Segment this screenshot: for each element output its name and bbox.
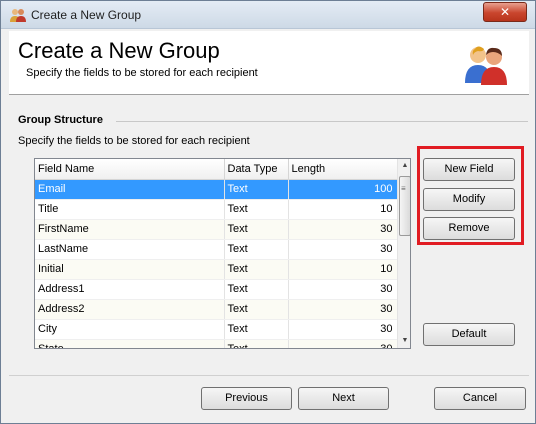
table-row[interactable]: FirstName Text 30 xyxy=(35,219,398,240)
cell-length: 30 xyxy=(288,239,398,260)
dialog-window: Create a New Group ✕ Create a New Group … xyxy=(0,0,536,424)
cell-data-type: Text xyxy=(224,219,289,240)
remove-button[interactable]: Remove xyxy=(423,217,515,240)
page-title: Create a New Group xyxy=(18,38,220,63)
cell-length: 30 xyxy=(288,319,398,340)
modify-button[interactable]: Modify xyxy=(423,188,515,211)
cell-field-name: LastName xyxy=(35,239,225,260)
table-row[interactable]: City Text 30 xyxy=(35,319,398,340)
cell-field-name: Email xyxy=(35,179,225,200)
group-structure-description: Specify the fields to be stored for each… xyxy=(18,135,250,147)
page-subtitle: Specify the fields to be stored for each… xyxy=(26,67,258,79)
cell-field-name: State xyxy=(35,339,225,348)
cell-length: 10 xyxy=(288,199,398,220)
cell-field-name: FirstName xyxy=(35,219,225,240)
cell-field-name: Title xyxy=(35,199,225,220)
vertical-scrollbar[interactable]: ▲ ≡ ▼ xyxy=(397,159,410,348)
cell-data-type: Text xyxy=(224,299,289,320)
users-icon xyxy=(10,9,26,22)
scroll-up-arrow-icon[interactable]: ▲ xyxy=(398,159,410,173)
cancel-button[interactable]: Cancel xyxy=(434,387,526,410)
cell-data-type: Text xyxy=(224,179,289,200)
table-row[interactable]: Title Text 10 xyxy=(35,199,398,220)
wizard-header: Create a New Group Specify the fields to… xyxy=(9,31,529,95)
group-structure-heading: Group Structure xyxy=(18,114,103,126)
next-button[interactable]: Next xyxy=(298,387,389,410)
cell-length: 30 xyxy=(288,339,398,348)
default-button[interactable]: Default xyxy=(423,323,515,346)
window-title: Create a New Group xyxy=(31,8,142,22)
cell-length: 30 xyxy=(288,219,398,240)
cell-field-name: Initial xyxy=(35,259,225,280)
table-row[interactable]: LastName Text 30 xyxy=(35,239,398,260)
cell-field-name: Address2 xyxy=(35,299,225,320)
table-row[interactable]: Address2 Text 30 xyxy=(35,299,398,320)
column-header-length[interactable]: Length xyxy=(288,159,398,180)
column-header-data-type[interactable]: Data Type xyxy=(224,159,289,180)
cell-field-name: City xyxy=(35,319,225,340)
cell-data-type: Text xyxy=(224,339,289,348)
fields-table[interactable]: Field Name Data Type Length Email Text 1… xyxy=(34,158,411,349)
table-row[interactable]: Initial Text 10 xyxy=(35,259,398,280)
column-header-field-name[interactable]: Field Name xyxy=(35,159,225,180)
cell-length: 30 xyxy=(288,299,398,320)
table-row[interactable]: Address1 Text 30 xyxy=(35,279,398,300)
new-field-button[interactable]: New Field xyxy=(423,158,515,181)
scroll-down-arrow-icon[interactable]: ▼ xyxy=(398,334,410,348)
cell-length: 10 xyxy=(288,259,398,280)
cell-data-type: Text xyxy=(224,279,289,300)
footer-divider xyxy=(9,375,529,376)
close-button[interactable]: ✕ xyxy=(483,2,527,22)
cell-length: 100 xyxy=(288,179,398,200)
cell-length: 30 xyxy=(288,279,398,300)
previous-button[interactable]: Previous xyxy=(201,387,292,410)
cell-data-type: Text xyxy=(224,199,289,220)
title-bar[interactable]: Create a New Group ✕ xyxy=(1,1,535,29)
cell-data-type: Text xyxy=(224,259,289,280)
divider xyxy=(116,121,528,122)
scrollbar-grip-icon: ≡ xyxy=(401,184,406,193)
table-row[interactable]: State Text 30 xyxy=(35,339,398,348)
table-row[interactable]: Email Text 100 xyxy=(35,179,398,200)
users-group-icon xyxy=(465,46,507,85)
cell-field-name: Address1 xyxy=(35,279,225,300)
cell-data-type: Text xyxy=(224,239,289,260)
cell-data-type: Text xyxy=(224,319,289,340)
table-header-row: Field Name Data Type Length xyxy=(35,159,398,180)
